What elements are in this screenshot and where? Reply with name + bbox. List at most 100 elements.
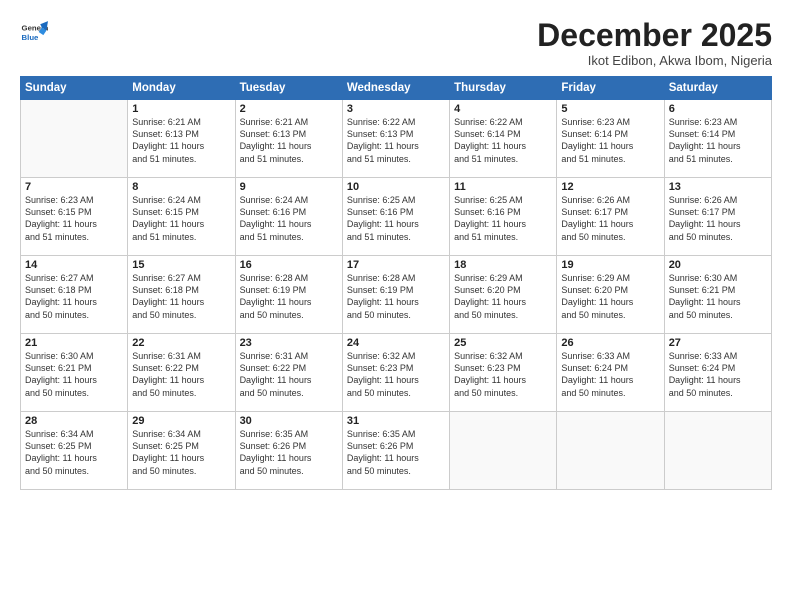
day-number: 3 — [347, 103, 445, 115]
day-cell: 21Sunrise: 6:30 AMSunset: 6:21 PMDayligh… — [21, 334, 128, 412]
day-number: 4 — [454, 103, 552, 115]
logo: General Blue — [20, 18, 48, 46]
day-cell: 26Sunrise: 6:33 AMSunset: 6:24 PMDayligh… — [557, 334, 664, 412]
day-cell: 8Sunrise: 6:24 AMSunset: 6:15 PMDaylight… — [128, 178, 235, 256]
day-number: 1 — [132, 103, 230, 115]
day-number: 20 — [669, 259, 767, 271]
page: General Blue December 2025 Ikot Edibon, … — [0, 0, 792, 612]
day-info: Sunrise: 6:28 AMSunset: 6:19 PMDaylight:… — [240, 272, 338, 321]
calendar-table: Sunday Monday Tuesday Wednesday Thursday… — [20, 76, 772, 490]
day-info: Sunrise: 6:35 AMSunset: 6:26 PMDaylight:… — [347, 428, 445, 477]
day-info: Sunrise: 6:34 AMSunset: 6:25 PMDaylight:… — [25, 428, 123, 477]
day-number: 27 — [669, 337, 767, 349]
day-cell: 13Sunrise: 6:26 AMSunset: 6:17 PMDayligh… — [664, 178, 771, 256]
day-cell — [21, 100, 128, 178]
day-cell: 23Sunrise: 6:31 AMSunset: 6:22 PMDayligh… — [235, 334, 342, 412]
day-cell: 2Sunrise: 6:21 AMSunset: 6:13 PMDaylight… — [235, 100, 342, 178]
day-number: 29 — [132, 415, 230, 427]
logo-icon: General Blue — [20, 18, 48, 46]
day-number: 7 — [25, 181, 123, 193]
day-number: 13 — [669, 181, 767, 193]
day-number: 26 — [561, 337, 659, 349]
day-info: Sunrise: 6:33 AMSunset: 6:24 PMDaylight:… — [669, 350, 767, 399]
title-area: December 2025 Ikot Edibon, Akwa Ibom, Ni… — [537, 18, 772, 68]
day-info: Sunrise: 6:23 AMSunset: 6:15 PMDaylight:… — [25, 194, 123, 243]
day-info: Sunrise: 6:27 AMSunset: 6:18 PMDaylight:… — [25, 272, 123, 321]
week-row-4: 21Sunrise: 6:30 AMSunset: 6:21 PMDayligh… — [21, 334, 772, 412]
day-info: Sunrise: 6:29 AMSunset: 6:20 PMDaylight:… — [561, 272, 659, 321]
day-number: 25 — [454, 337, 552, 349]
day-info: Sunrise: 6:22 AMSunset: 6:14 PMDaylight:… — [454, 116, 552, 165]
col-saturday: Saturday — [664, 77, 771, 100]
day-number: 16 — [240, 259, 338, 271]
day-cell: 3Sunrise: 6:22 AMSunset: 6:13 PMDaylight… — [342, 100, 449, 178]
day-number: 18 — [454, 259, 552, 271]
day-cell: 1Sunrise: 6:21 AMSunset: 6:13 PMDaylight… — [128, 100, 235, 178]
col-wednesday: Wednesday — [342, 77, 449, 100]
day-number: 24 — [347, 337, 445, 349]
day-number: 22 — [132, 337, 230, 349]
week-row-2: 7Sunrise: 6:23 AMSunset: 6:15 PMDaylight… — [21, 178, 772, 256]
day-cell — [557, 412, 664, 490]
day-number: 23 — [240, 337, 338, 349]
day-info: Sunrise: 6:33 AMSunset: 6:24 PMDaylight:… — [561, 350, 659, 399]
svg-text:Blue: Blue — [22, 33, 40, 42]
day-number: 17 — [347, 259, 445, 271]
header: General Blue December 2025 Ikot Edibon, … — [20, 18, 772, 68]
day-cell: 31Sunrise: 6:35 AMSunset: 6:26 PMDayligh… — [342, 412, 449, 490]
header-row: Sunday Monday Tuesday Wednesday Thursday… — [21, 77, 772, 100]
day-cell: 18Sunrise: 6:29 AMSunset: 6:20 PMDayligh… — [450, 256, 557, 334]
day-number: 14 — [25, 259, 123, 271]
day-cell: 15Sunrise: 6:27 AMSunset: 6:18 PMDayligh… — [128, 256, 235, 334]
day-number: 10 — [347, 181, 445, 193]
col-friday: Friday — [557, 77, 664, 100]
day-number: 6 — [669, 103, 767, 115]
day-cell: 30Sunrise: 6:35 AMSunset: 6:26 PMDayligh… — [235, 412, 342, 490]
day-info: Sunrise: 6:21 AMSunset: 6:13 PMDaylight:… — [240, 116, 338, 165]
week-row-3: 14Sunrise: 6:27 AMSunset: 6:18 PMDayligh… — [21, 256, 772, 334]
day-info: Sunrise: 6:30 AMSunset: 6:21 PMDaylight:… — [25, 350, 123, 399]
day-info: Sunrise: 6:24 AMSunset: 6:15 PMDaylight:… — [132, 194, 230, 243]
day-cell: 27Sunrise: 6:33 AMSunset: 6:24 PMDayligh… — [664, 334, 771, 412]
week-row-5: 28Sunrise: 6:34 AMSunset: 6:25 PMDayligh… — [21, 412, 772, 490]
day-info: Sunrise: 6:30 AMSunset: 6:21 PMDaylight:… — [669, 272, 767, 321]
day-cell — [450, 412, 557, 490]
day-number: 28 — [25, 415, 123, 427]
day-info: Sunrise: 6:34 AMSunset: 6:25 PMDaylight:… — [132, 428, 230, 477]
day-cell: 9Sunrise: 6:24 AMSunset: 6:16 PMDaylight… — [235, 178, 342, 256]
day-number: 11 — [454, 181, 552, 193]
day-cell: 4Sunrise: 6:22 AMSunset: 6:14 PMDaylight… — [450, 100, 557, 178]
day-info: Sunrise: 6:29 AMSunset: 6:20 PMDaylight:… — [454, 272, 552, 321]
day-cell: 22Sunrise: 6:31 AMSunset: 6:22 PMDayligh… — [128, 334, 235, 412]
day-info: Sunrise: 6:31 AMSunset: 6:22 PMDaylight:… — [240, 350, 338, 399]
day-cell: 17Sunrise: 6:28 AMSunset: 6:19 PMDayligh… — [342, 256, 449, 334]
day-info: Sunrise: 6:32 AMSunset: 6:23 PMDaylight:… — [454, 350, 552, 399]
day-cell: 14Sunrise: 6:27 AMSunset: 6:18 PMDayligh… — [21, 256, 128, 334]
day-info: Sunrise: 6:23 AMSunset: 6:14 PMDaylight:… — [561, 116, 659, 165]
week-row-1: 1Sunrise: 6:21 AMSunset: 6:13 PMDaylight… — [21, 100, 772, 178]
day-number: 15 — [132, 259, 230, 271]
col-tuesday: Tuesday — [235, 77, 342, 100]
day-info: Sunrise: 6:27 AMSunset: 6:18 PMDaylight:… — [132, 272, 230, 321]
day-info: Sunrise: 6:26 AMSunset: 6:17 PMDaylight:… — [669, 194, 767, 243]
col-monday: Monday — [128, 77, 235, 100]
col-sunday: Sunday — [21, 77, 128, 100]
day-info: Sunrise: 6:26 AMSunset: 6:17 PMDaylight:… — [561, 194, 659, 243]
day-cell: 29Sunrise: 6:34 AMSunset: 6:25 PMDayligh… — [128, 412, 235, 490]
day-number: 21 — [25, 337, 123, 349]
col-thursday: Thursday — [450, 77, 557, 100]
day-info: Sunrise: 6:24 AMSunset: 6:16 PMDaylight:… — [240, 194, 338, 243]
day-info: Sunrise: 6:21 AMSunset: 6:13 PMDaylight:… — [132, 116, 230, 165]
day-cell — [664, 412, 771, 490]
day-number: 9 — [240, 181, 338, 193]
day-number: 30 — [240, 415, 338, 427]
day-number: 2 — [240, 103, 338, 115]
day-cell: 11Sunrise: 6:25 AMSunset: 6:16 PMDayligh… — [450, 178, 557, 256]
day-cell: 10Sunrise: 6:25 AMSunset: 6:16 PMDayligh… — [342, 178, 449, 256]
day-cell: 5Sunrise: 6:23 AMSunset: 6:14 PMDaylight… — [557, 100, 664, 178]
day-number: 12 — [561, 181, 659, 193]
day-cell: 7Sunrise: 6:23 AMSunset: 6:15 PMDaylight… — [21, 178, 128, 256]
day-number: 19 — [561, 259, 659, 271]
day-info: Sunrise: 6:32 AMSunset: 6:23 PMDaylight:… — [347, 350, 445, 399]
day-info: Sunrise: 6:23 AMSunset: 6:14 PMDaylight:… — [669, 116, 767, 165]
